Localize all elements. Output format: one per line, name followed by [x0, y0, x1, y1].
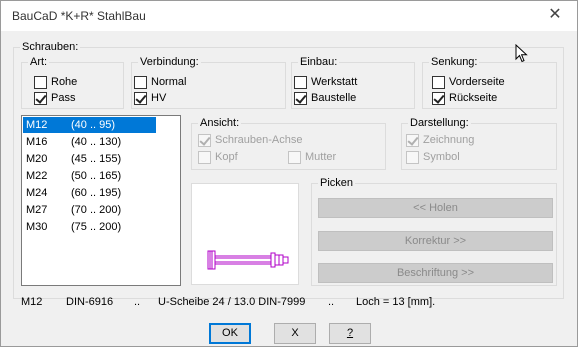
ansicht-label: Ansicht:: [198, 117, 242, 129]
kopf-label: Kopf: [215, 151, 238, 163]
title-bar: BauCaD *K+R* StahlBau ✕: [1, 1, 577, 31]
normal-label: Normal: [151, 76, 187, 88]
zeichnung-label: Zeichnung: [423, 134, 475, 146]
symbol-checkbox[interactable]: [406, 151, 419, 164]
mouse-cursor-icon: [515, 44, 528, 63]
picken-label: Picken: [318, 177, 356, 189]
rueckseite-label: Rückseite: [449, 92, 498, 104]
einbau-label: Einbau:: [298, 56, 340, 68]
senkung-label: Senkung:: [429, 56, 480, 68]
list-item[interactable]: M22 (50 .. 165): [23, 168, 156, 184]
mutter-label: Mutter: [305, 151, 337, 163]
hv-label: HV: [151, 92, 167, 104]
bolt-preview: [191, 183, 299, 285]
ok-button[interactable]: OK: [209, 323, 251, 344]
window-title: BauCaD *K+R* StahlBau: [12, 9, 146, 23]
close-icon[interactable]: ✕: [545, 6, 565, 26]
kopf-checkbox[interactable]: [198, 151, 211, 164]
zeichnung-checkbox[interactable]: [406, 134, 419, 147]
baustelle-checkbox[interactable]: [294, 92, 307, 105]
status-separator: ..: [328, 296, 335, 308]
status-loch: Loch = 13 [mm].: [356, 296, 436, 308]
list-item[interactable]: M16 (40 .. 130): [23, 134, 156, 150]
dialog-window: BauCaD *K+R* StahlBau ✕ Schrauben: Art: …: [0, 0, 578, 347]
status-separator: ..: [134, 296, 141, 308]
status-norm: DIN-6916: [66, 296, 114, 308]
status-scheibe: U-Scheibe 24 / 13.0 DIN-7999: [158, 296, 306, 308]
list-item[interactable]: M27 (70 .. 200): [23, 202, 156, 218]
mutter-checkbox[interactable]: [288, 151, 301, 164]
art-label: Art:: [28, 56, 50, 68]
list-item[interactable]: M30 (75 .. 200): [23, 219, 156, 235]
darstellung-label: Darstellung:: [408, 117, 471, 129]
vorderseite-label: Vorderseite: [449, 76, 505, 88]
rueckseite-checkbox[interactable]: [432, 92, 445, 105]
bolt-listbox[interactable]: M12 (40 .. 95) M16 (40 .. 130) M20 (45 .. 1…: [21, 115, 181, 286]
pass-checkbox[interactable]: [34, 92, 47, 105]
pass-label: Pass: [51, 92, 76, 104]
schrauben-achse-label: Schrauben-Achse: [215, 134, 303, 146]
list-item[interactable]: M12 (40 .. 95): [23, 117, 156, 133]
normal-checkbox[interactable]: [134, 76, 147, 89]
werkstatt-label: Werkstatt: [311, 76, 358, 88]
werkstatt-checkbox[interactable]: [294, 76, 307, 89]
korrektur-button[interactable]: Korrektur >>: [318, 231, 553, 251]
verbindung-label: Verbindung:: [138, 56, 201, 68]
help-button[interactable]: ?: [329, 323, 371, 344]
beschriftung-button[interactable]: Beschriftung >>: [318, 263, 553, 283]
rohe-checkbox[interactable]: [34, 76, 47, 89]
holen-button[interactable]: << Holen: [318, 198, 553, 218]
status-bolt: M12: [21, 296, 43, 308]
symbol-label: Symbol: [423, 151, 460, 163]
cancel-button[interactable]: X: [274, 323, 316, 344]
hv-checkbox[interactable]: [134, 92, 147, 105]
schrauben-achse-checkbox[interactable]: [198, 134, 211, 147]
list-item[interactable]: M24 (60 .. 195): [23, 185, 156, 201]
bolt-drawing-icon: [207, 250, 289, 270]
vorderseite-checkbox[interactable]: [432, 76, 445, 89]
baustelle-label: Baustelle: [311, 92, 357, 104]
list-item[interactable]: M20 (45 .. 155): [23, 151, 156, 167]
schrauben-label: Schrauben:: [20, 41, 81, 53]
rohe-label: Rohe: [51, 76, 78, 88]
